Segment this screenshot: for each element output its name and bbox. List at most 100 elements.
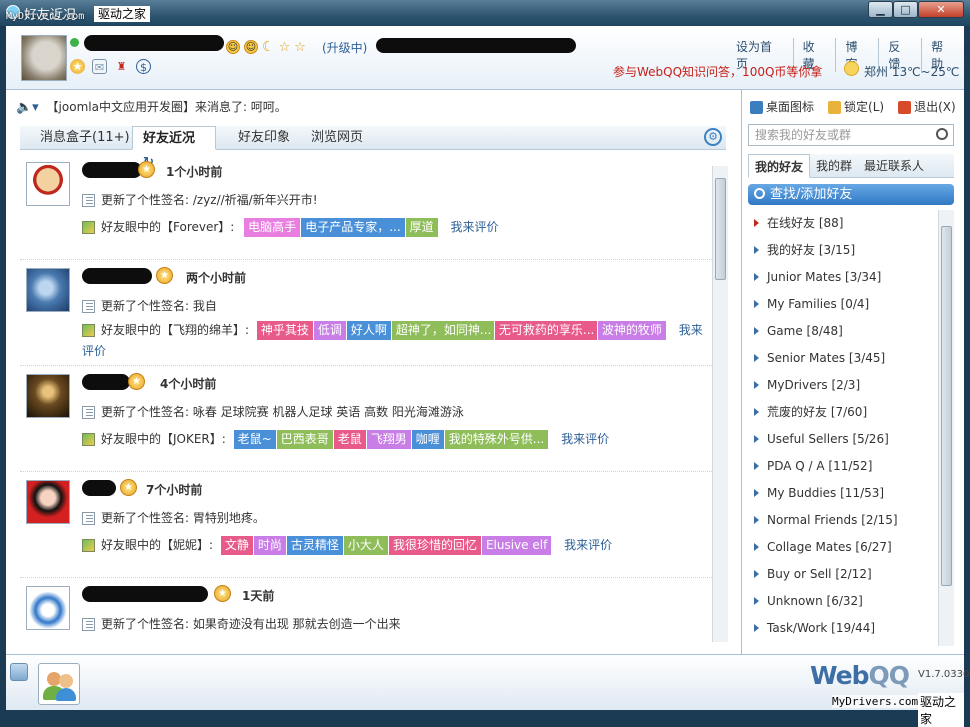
friend-avatar[interactable] [26,586,70,630]
impression-tag[interactable]: 文静 [220,536,253,555]
feed-time: 4个小时前 [160,377,217,391]
impression-tag[interactable]: 老鼠 [333,430,366,449]
tab-recent-contacts[interactable]: 最近联系人 [858,154,930,178]
tenpay-icon[interactable]: $ [136,59,151,74]
rate-link[interactable]: 我来评价 [561,432,609,446]
find-add-friend-button[interactable]: 查找/添加好友 [748,184,954,205]
group-item[interactable]: PDA Q / A [11/52] [748,453,940,480]
friend-avatar[interactable] [26,268,70,312]
impression-tag[interactable]: 电子产品专家，... [301,218,405,237]
feed-item: ★ 1个小时前 更新了个性签名: /zyz//祈福/新年兴开市! 好友眼中的【F… [20,154,712,260]
signature-row: 更新了个性签名: /zyz//祈福/新年兴开市! [82,191,318,208]
mail-icon[interactable]: ✉ [92,59,107,74]
impression-tag[interactable]: 我的特殊外号供... [444,430,549,449]
promo-link[interactable]: 参与WebQQ知识问答，100Q币等你拿 [613,63,822,80]
rate-link[interactable]: 我来评价 [450,220,498,234]
impression-tag[interactable]: 咖喱 [411,430,444,449]
group-item[interactable]: Buy or Sell [2/12] [748,561,940,588]
group-item[interactable]: Game [8/48] [748,318,940,345]
impression-tag[interactable]: 小大人 [343,536,388,555]
online-status-icon[interactable] [70,38,79,47]
settings-gear-icon[interactable]: ⚙ [704,128,722,146]
search-icon [754,188,765,199]
impression-tag[interactable]: 巴西表哥 [276,430,333,449]
lock-button[interactable]: 锁定(L) [828,98,884,115]
rate-link[interactable]: 我来评价 [564,538,612,552]
impression-tag[interactable]: 波神的牧师 [597,321,666,340]
buddy-list-icon[interactable] [38,663,80,705]
impression-row: 好友眼中的【妮妮】: 文静 时尚 古灵精怪 小大人 我很珍惜的回忆 Elusive elf… [82,536,612,555]
group-item[interactable]: Useful Sellers [5/26] [748,426,940,453]
group-label: My Buddies [11/53] [767,486,885,500]
group-item[interactable]: Unknown [6/32] [748,588,940,615]
group-item[interactable]: Senior Mates [3/45] [748,345,940,372]
expand-arrow-icon [754,597,759,605]
friend-name-redacted[interactable] [82,162,142,178]
impression-tag[interactable]: 超神了，如同神... [391,321,494,340]
impression-tag[interactable]: 我很珍惜的回忆 [388,536,481,555]
exit-button[interactable]: 退出(X) [898,98,956,115]
signature-text: 更新了个性签名: 如果奇迹没有出现 那就去创造一个出来 [101,617,401,631]
friend-name-redacted[interactable] [82,586,208,602]
impression-tag[interactable]: 老鼠~ [233,430,276,449]
impression-tag[interactable]: 好人啊 [346,321,391,340]
qq-penguin-icon[interactable]: ♜ [114,59,129,74]
group-item[interactable]: Collage Mates [6/27] [748,534,940,561]
vip-star-icon: ★ [138,161,155,178]
impression-tag[interactable]: 古灵精怪 [286,536,343,555]
maximize-button[interactable]: □ [893,1,918,18]
impression-tag[interactable]: 神乎其技 [256,321,313,340]
my-avatar[interactable] [21,35,67,81]
friend-name-redacted[interactable] [82,374,130,390]
group-item[interactable]: MyDrivers [2/3] [748,372,940,399]
friend-avatar[interactable] [26,162,70,206]
tab-message-box[interactable]: 消息盒子(11+) [30,126,140,150]
impression-label: 好友眼中的【Forever】: [101,220,235,234]
app-launcher-icon[interactable] [10,663,28,681]
group-item[interactable]: My Families [0/4] [748,291,940,318]
group-item[interactable]: 荒废的好友 [7/60] [748,399,940,426]
impression-tag[interactable]: 飞翔男 [366,430,411,449]
impression-tag[interactable]: 无可救药的享乐... [494,321,597,340]
group-item[interactable]: Junior Mates [3/34] [748,264,940,291]
friend-avatar[interactable] [26,374,70,418]
impression-tag[interactable]: 低调 [313,321,346,340]
expand-arrow-icon [754,543,759,551]
group-item[interactable]: Task/Work [19/44] [748,615,940,642]
desktop-icon-label: 桌面图标 [766,100,815,114]
friend-name-redacted[interactable] [82,268,152,284]
group-item[interactable]: Normal Friends [2/15] [748,507,940,534]
expand-arrow-icon [754,300,759,308]
vip-star-icon: ★ [120,479,137,496]
friend-avatar[interactable] [26,480,70,524]
feed-scroll-thumb[interactable] [715,178,726,280]
group-label: Senior Mates [3/45] [767,351,886,365]
friend-name-redacted[interactable] [82,480,116,496]
search-icon[interactable] [936,128,948,140]
group-item[interactable]: 我的好友 [3/15] [748,237,940,264]
impression-tag[interactable]: 厚道 [405,218,438,237]
impression-tag[interactable]: 时尚 [253,536,286,555]
impression-tag[interactable]: Elusive elf [481,536,552,555]
desktop-icon-button[interactable]: 桌面图标 [750,98,814,115]
group-item[interactable]: 在线好友 [88] [748,210,940,237]
tab-friend-status[interactable]: 好友近况 ↻ [132,126,216,170]
group-list-scrollbar[interactable] [938,210,954,646]
minimize-button[interactable]: ▁ [868,1,893,18]
tab-friend-impression[interactable]: 好友印象 [228,126,300,150]
feed-scrollbar[interactable] [712,166,728,642]
tab-my-friends[interactable]: 我的好友 [748,154,811,178]
group-scroll-thumb[interactable] [941,226,952,586]
notice-text[interactable]: 【joomla中文应用开发圈】来消息了: 呵呵。 [47,100,287,114]
tab-browse-web[interactable]: 浏览网页 [301,126,373,150]
friend-search-input[interactable]: 搜索我的好友或群 [748,124,954,146]
speaker-icon[interactable]: 🔈▾ [16,100,39,115]
group-item[interactable]: My Buddies [11/53] [748,480,940,507]
weather-text[interactable]: 郑州 13℃~25℃ [864,63,959,80]
group-label: Buy or Sell [2/12] [767,567,872,581]
qq-show-icon[interactable]: ★ [70,59,85,74]
close-button[interactable]: ✕ [918,1,964,18]
impression-tag[interactable]: 电脑高手 [244,218,301,237]
tab-my-groups[interactable]: 我的群 [810,154,858,178]
impression-row: 好友眼中的【JOKER】: 老鼠~ 巴西表哥 老鼠 飞翔男 咖喱 我的特殊外号供... 我… [82,430,609,449]
